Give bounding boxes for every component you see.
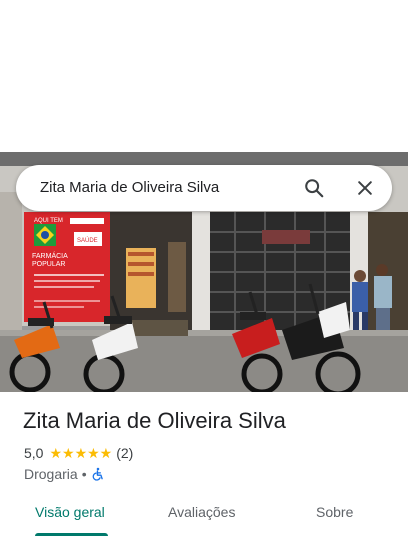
rating-stars: ★★★★★ <box>49 444 113 461</box>
active-tab-indicator <box>35 533 108 536</box>
sign-badge: SAÚDE <box>77 237 98 244</box>
rating-row[interactable]: 5,0 ★★★★★ (2) <box>24 444 133 462</box>
search-icon[interactable] <box>302 176 326 200</box>
sign-line3: POPULAR <box>32 261 65 268</box>
review-count[interactable]: (2) <box>116 445 133 461</box>
close-icon[interactable] <box>353 176 377 200</box>
place-title: Zita Maria de Oliveira Silva <box>23 408 286 433</box>
category-row: Drogaria • <box>24 465 105 483</box>
tab-overview[interactable]: Visão geral <box>35 504 105 520</box>
sign-line2: FARMÁCIA <box>32 251 68 260</box>
separator-dot: • <box>81 466 87 482</box>
sign-line1: AQUI TEM <box>34 218 63 224</box>
search-bar[interactable]: Zita Maria de Oliveira Silva <box>16 165 392 211</box>
tab-reviews[interactable]: Avaliações <box>168 504 235 520</box>
place-category: Drogaria <box>24 466 78 482</box>
tab-about[interactable]: Sobre <box>316 504 353 520</box>
search-input[interactable]: Zita Maria de Oliveira Silva <box>40 165 219 211</box>
rating-value: 5,0 <box>24 445 44 461</box>
wheelchair-icon <box>91 467 105 481</box>
